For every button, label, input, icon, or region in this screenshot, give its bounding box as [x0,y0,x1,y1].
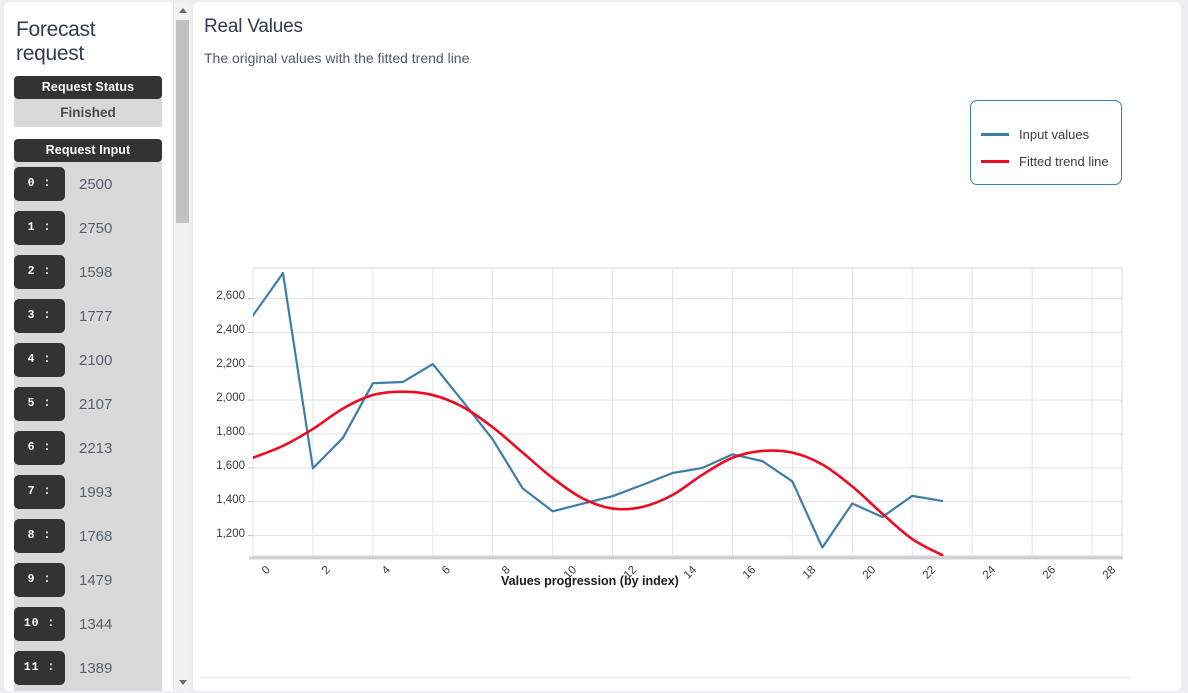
y-axis-tick-label: 1,800 [216,426,245,439]
y-axis-tick-label: 1,400 [216,493,245,506]
plot-frame [252,267,1123,557]
request-input-header: Request Input [14,139,162,162]
list-item: 5 : 2107 [14,382,162,426]
page-title: Forecast request [16,18,96,65]
input-value: 1777 [79,307,113,325]
list-item: 3 : 1777 [14,294,162,338]
input-index-badge: 7 : [14,475,65,509]
chart-x-axis-label: Values progression (by index) [501,574,679,588]
scroll-up-button[interactable] [174,2,190,19]
sidebar-scroll-viewport: Forecast request Request Status Finished… [4,2,172,691]
y-axis-tick-label: 2,600 [216,290,245,303]
list-item: 8 : 1768 [14,514,162,558]
input-index-badge: 2 : [14,255,65,289]
input-value: 2100 [79,351,113,369]
list-item: 7 : 1993 [14,470,162,514]
list-item: 1 : 2750 [14,206,162,250]
list-item: 12 :1433 [14,690,162,691]
input-index-badge: 6 : [14,431,65,465]
input-value: 1389 [79,659,113,677]
app-root: Forecast request Request Status Finished… [0,0,1188,693]
sidebar-panel: Forecast request Request Status Finished… [4,2,190,691]
input-index-badge: 8 : [14,519,65,553]
list-item: 2 : 1598 [14,250,162,294]
input-index-badge: 1 : [14,211,65,245]
status-badge: Finished [14,99,162,127]
line-swatch-icon [981,133,1009,136]
input-value: 1479 [79,571,113,589]
input-value: 1993 [79,483,113,501]
legend-label: Fitted trend line [1019,154,1109,169]
chart-canvas: Input values Values progression (by inde… [193,2,1181,622]
scroll-down-button[interactable] [174,674,190,691]
input-index-badge: 4 : [14,343,65,377]
input-index-badge: 10 : [14,607,65,641]
input-value: 1598 [79,263,113,281]
legend-item[interactable]: Fitted trend line [981,148,1121,175]
list-item: 0 : 2500 [14,162,162,206]
footer-divider [201,677,1131,678]
input-index-badge: 9 : [14,563,65,597]
input-index-badge: 5 : [14,387,65,421]
chart-legend: Input values Fitted trend line [970,100,1122,185]
y-axis-tick-label: 1,600 [216,459,245,472]
list-item: 6 : 2213 [14,426,162,470]
triangle-down-icon [178,680,187,685]
list-item: 4 : 2100 [14,338,162,382]
list-item: 11 : 1389 [14,646,162,690]
sidebar-content: Forecast request Request Status Finished… [4,2,172,691]
input-index-badge: 3 : [14,299,65,333]
input-value: 2107 [79,395,113,413]
scrollbar-thumb[interactable] [176,20,189,223]
input-index-badge: 0 : [14,167,65,201]
y-axis-tick-label: 1,200 [216,527,245,540]
request-input-list: 0 : 2500 1 : 2750 2 : 1598 3 : 1777 4 : 2100 5 : 21… [14,162,162,691]
y-axis-tick-label: 2,000 [216,392,245,405]
input-value: 2750 [79,219,113,237]
list-item: 9 : 1479 [14,558,162,602]
chart-plot-svg [248,267,1123,560]
request-status-header: Request Status [14,76,162,99]
input-value: 2213 [79,439,113,457]
triangle-up-icon [178,8,187,13]
input-index-badge: 11 : [14,651,65,685]
line-swatch-icon [981,160,1009,163]
main-panel: Real Values The original values with the… [193,2,1181,691]
input-value: 1344 [79,615,113,633]
y-axis-tick-label: 2,400 [216,324,245,337]
y-axis-tick-label: 2,200 [216,358,245,371]
input-value: 2500 [79,175,113,193]
input-value: 1768 [79,527,113,545]
list-item: 10 : 1344 [14,602,162,646]
sidebar-scrollbar[interactable] [173,2,190,691]
legend-label: Input values [1019,127,1090,142]
legend-item[interactable]: Input values [981,121,1121,148]
